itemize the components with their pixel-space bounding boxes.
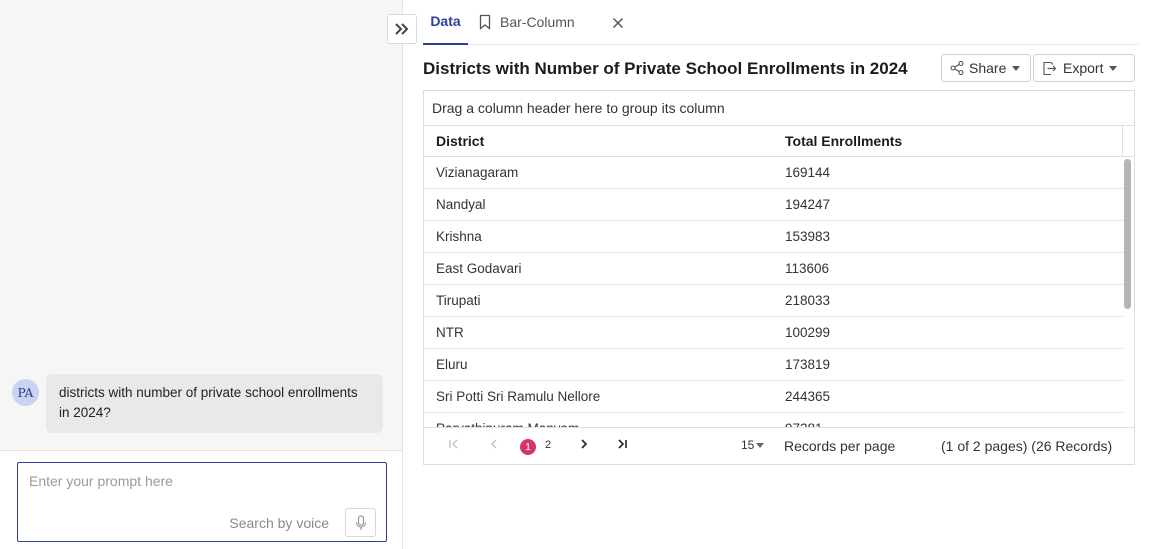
first-page-button[interactable] [448, 438, 460, 450]
data-grid: Drag a column header here to group its c… [423, 90, 1135, 465]
message-bubble: districts with number of private school … [46, 374, 383, 433]
cell-district: Tirupati [436, 293, 481, 308]
table-row[interactable]: Tirupati 218033 [424, 285, 1123, 317]
table-row[interactable]: East Godavari 113606 [424, 253, 1123, 285]
cell-enrollments: 169144 [785, 165, 831, 180]
voice-label: Search by voice [229, 515, 329, 531]
records-per-page-label: Records per page [784, 438, 896, 454]
share-icon [950, 61, 964, 75]
microphone-button[interactable] [345, 508, 376, 537]
cell-enrollments: 218033 [785, 293, 831, 308]
pager: 1 2 15 Records per page (1 of 2 pages) (… [424, 427, 1134, 464]
table-row[interactable]: Krishna 153983 [424, 221, 1123, 253]
cell-district: Krishna [436, 229, 482, 244]
microphone-icon [355, 514, 366, 530]
tab-strip: Data Bar-Column [423, 0, 1139, 45]
header-spacer [1122, 126, 1134, 157]
table-row[interactable]: Vizianagaram 169144 [424, 157, 1123, 189]
cell-district: Eluru [436, 357, 468, 372]
prompt-box: Search by voice [17, 462, 387, 542]
table-row[interactable]: Eluru 173819 [424, 349, 1123, 381]
first-page-icon [449, 439, 458, 449]
cell-enrollments: 194247 [785, 197, 831, 212]
column-header-district[interactable]: District [436, 133, 484, 149]
page-size-value: 15 [741, 438, 755, 452]
report-title: Districts with Number of Private School … [423, 59, 908, 78]
group-drop-area[interactable]: Drag a column header here to group its c… [424, 91, 1134, 126]
chevron-left-icon [491, 439, 497, 449]
avatar: PA [12, 379, 39, 406]
cell-enrollments: 173819 [785, 357, 831, 372]
page-2-button[interactable]: 2 [545, 439, 551, 451]
page-1-button[interactable]: 1 [520, 439, 536, 455]
cell-enrollments: 113606 [785, 261, 830, 276]
vertical-scrollbar[interactable] [1124, 159, 1131, 309]
grid-body: Vizianagaram 169144 Nandyal 194247 Krish… [424, 157, 1134, 429]
pager-summary: (1 of 2 pages) (26 Records) [941, 438, 1113, 454]
cell-district: NTR [436, 325, 464, 340]
page-size-select[interactable]: 15 [741, 438, 765, 452]
bookmark-icon [479, 14, 491, 30]
chevron-right-icon [581, 439, 588, 449]
cell-district: Sri Potti Sri Ramulu Nellore [436, 389, 601, 404]
close-icon [612, 17, 624, 29]
collapse-panel-button[interactable] [387, 14, 417, 44]
chat-panel: PA districts with number of private scho… [0, 0, 403, 549]
tab-bar-column[interactable]: Bar-Column [478, 0, 575, 45]
cell-district: Nandyal [436, 197, 486, 212]
last-page-button[interactable] [616, 438, 628, 450]
tab-data[interactable]: Data [423, 0, 468, 45]
caret-down-icon [756, 442, 765, 448]
prompt-area: Search by voice [0, 450, 402, 549]
cell-enrollments: 153983 [785, 229, 831, 244]
share-button[interactable]: Share [941, 54, 1031, 82]
column-header-total-enrollments[interactable]: Total Enrollments [785, 133, 902, 149]
share-label: Share [969, 60, 1007, 76]
export-button[interactable]: Export [1033, 54, 1135, 82]
table-row[interactable]: Nandyal 194247 [424, 189, 1123, 221]
prompt-input[interactable] [29, 473, 359, 489]
table-row[interactable]: NTR 100299 [424, 317, 1123, 349]
chevron-down-icon [1012, 65, 1021, 71]
chat-message: PA districts with number of private scho… [12, 374, 383, 433]
export-icon [1043, 61, 1057, 75]
cell-district: Vizianagaram [436, 165, 519, 180]
cell-enrollments: 244365 [785, 389, 831, 404]
double-chevron-right-icon [395, 23, 409, 35]
chevron-down-icon [1109, 65, 1118, 71]
last-page-icon [618, 439, 627, 449]
grid-header: District Total Enrollments [424, 126, 1134, 157]
previous-page-button[interactable] [488, 438, 500, 450]
close-tab-button[interactable] [609, 14, 627, 32]
cell-enrollments: 100299 [785, 325, 831, 340]
table-row[interactable]: Sri Potti Sri Ramulu Nellore 244365 [424, 381, 1123, 413]
tab-bar-column-label: Bar-Column [500, 13, 575, 30]
export-label: Export [1063, 60, 1104, 76]
next-page-button[interactable] [578, 438, 590, 450]
cell-district: East Godavari [436, 261, 522, 276]
